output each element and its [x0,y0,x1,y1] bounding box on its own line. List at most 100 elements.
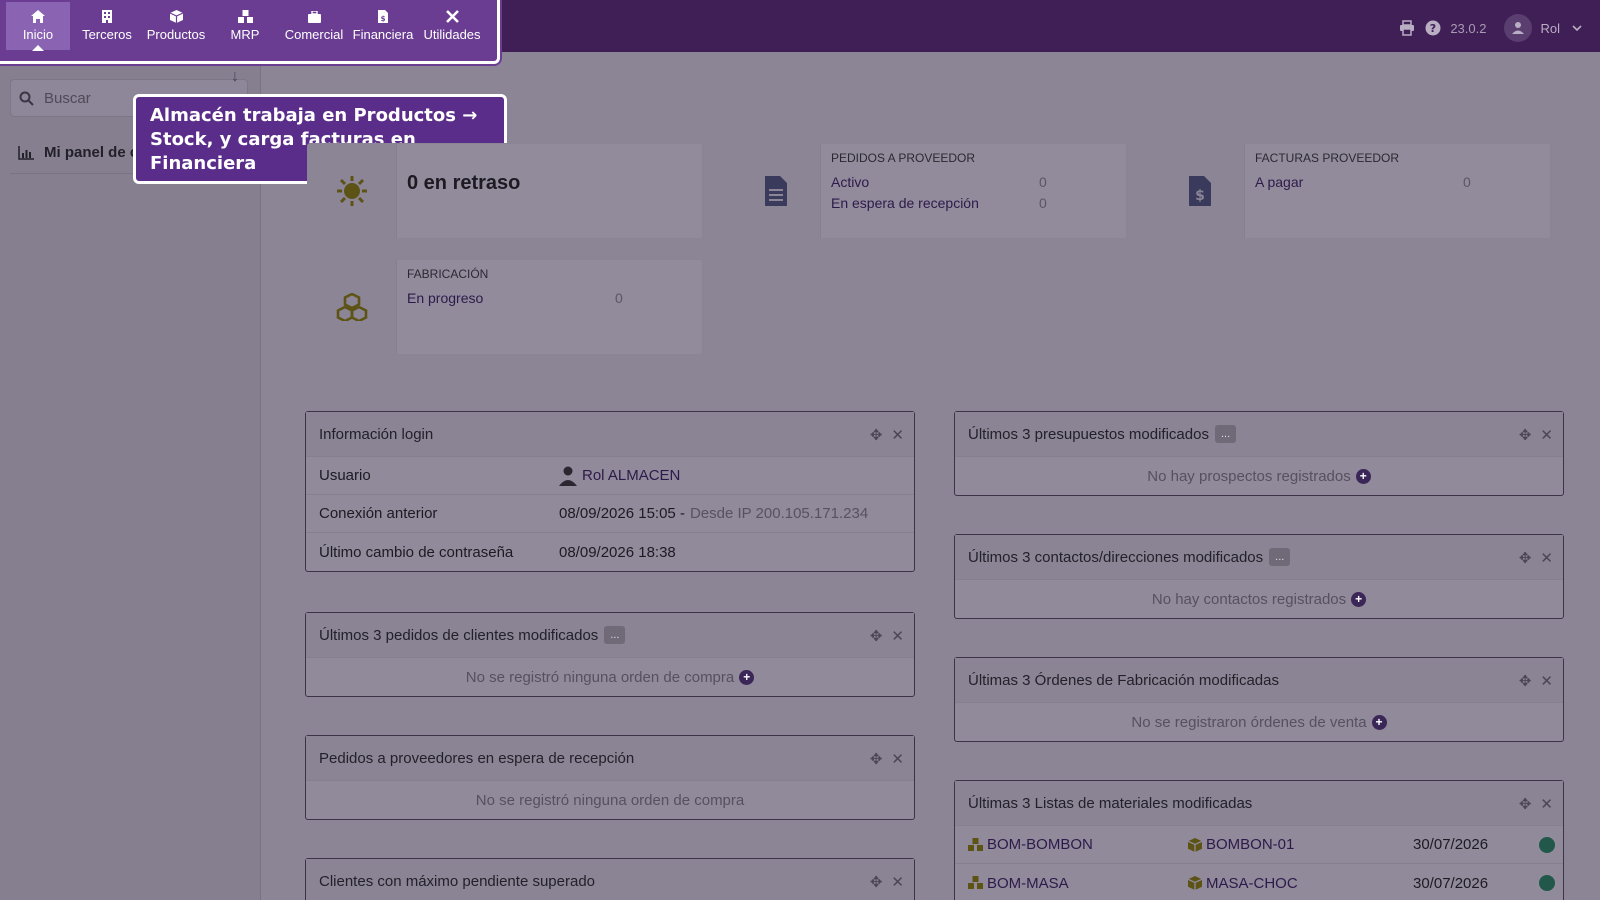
menu-item-utilidades[interactable]: Utilidades [420,2,484,50]
close-icon[interactable]: ✕ [891,750,904,768]
menu-item-inicio[interactable]: Inicio [6,2,70,51]
widget-header: Últimas 3 Listas de materiales modificad… [955,781,1563,826]
empty-text: No se registraron órdenes de venta [1131,713,1367,731]
move-icon[interactable]: ✥ [1519,795,1532,813]
move-icon[interactable]: ✥ [870,627,883,645]
menu-item-label: MRP [230,27,260,42]
sidebar-item-label: Mi panel de c [44,144,139,161]
stat-row[interactable]: A pagar 0 [1255,171,1540,192]
move-icon[interactable]: ✥ [870,873,883,891]
stat-body: FABRICACIÓN En progreso 0 [397,260,702,354]
table-row: BOM-MASA MASA-CHOC 30/07/2026 [955,864,1563,900]
widget-title: Información login [319,425,434,443]
close-icon[interactable]: ✕ [1540,426,1553,444]
chevron-down-icon[interactable] [1568,19,1586,37]
stat-body: 0 en retraso [397,144,702,238]
bom-ref-link[interactable]: BOM-BOMBON [987,836,1093,853]
add-circle-icon[interactable]: + [739,669,755,685]
svg-text:?: ? [1430,22,1436,35]
stat-box-supplier-orders[interactable]: PEDIDOS A PROVEEDOR Activo 0 En espera de… [731,143,1127,239]
empty-text: No hay prospectos registrados [1147,467,1351,485]
close-icon[interactable]: ✕ [891,627,904,645]
move-icon[interactable]: ✥ [1519,672,1532,690]
menu-item-label: Productos [146,27,206,42]
help-icon[interactable]: ? [1424,19,1442,37]
invoice-icon: $ [378,10,388,23]
bom-product-link[interactable]: MASA-CHOC [1206,875,1298,892]
more-button[interactable]: ... [1269,548,1291,566]
move-icon[interactable]: ✥ [870,426,883,444]
bom-ref-link[interactable]: BOM-MASA [987,875,1069,892]
table-row: Conexión anterior 08/09/2026 15:05 - Des… [306,495,914,533]
stat-row[interactable]: En espera de recepción 0 [831,192,1116,213]
widget-controls: ✥ ✕ [1519,795,1553,813]
widget-header: Últimos 3 pedidos de clientes modificado… [306,613,914,658]
add-circle-icon[interactable]: + [1355,468,1371,484]
widget-empty-message: No se registraron órdenes de venta + [955,703,1563,741]
widget-controls: ✥ ✕ [1519,549,1553,567]
stat-icon-cell [732,144,821,238]
user-link[interactable]: Rol ALMACEN [582,467,680,484]
menu-item-mrp[interactable]: MRP [213,2,277,50]
close-icon[interactable]: ✕ [1540,549,1553,567]
widget-header: Últimos 3 contactos/direcciones modifica… [955,535,1563,580]
stat-row-label: En progreso [407,289,484,306]
table-row: Usuario Rol ALMACEN [306,457,914,495]
stat-title: PEDIDOS A PROVEEDOR [831,151,976,165]
move-icon[interactable]: ✥ [1519,549,1532,567]
sun-icon [337,176,367,206]
more-button[interactable]: ... [1214,425,1237,443]
user-avatar[interactable] [1504,14,1533,42]
menu-item-label: Utilidades [423,27,481,42]
stat-title: FABRICACIÓN [407,267,489,281]
menu-item-productos[interactable]: Productos [144,2,208,50]
widget-boms: Últimas 3 Listas de materiales modificad… [954,780,1564,900]
version-label: 23.0.2 [1450,20,1487,36]
user-menu-label[interactable]: Rol [1540,21,1560,36]
user-icon [559,466,577,486]
stat-box-supplier-invoices[interactable]: $ FACTURAS PROVEEDOR A pagar 0 [1155,143,1551,239]
login-prev-conn-ip: Desde IP 200.105.171.234 [689,505,869,522]
menu-item-financiera[interactable]: $ Financiera [351,2,415,50]
widget-title: Últimos 3 contactos/direcciones modifica… [968,548,1264,566]
close-icon[interactable]: ✕ [1540,672,1553,690]
stat-box-manufacturing[interactable]: FABRICACIÓN En progreso 0 [307,259,703,355]
stat-box-delayed[interactable]: 0 en retraso [307,143,703,239]
table-row: BOM-BOMBON BOMBON-01 30/07/2026 [955,826,1563,864]
widget-controls: ✥ ✕ [870,750,904,768]
close-icon[interactable]: ✕ [1540,795,1553,813]
add-circle-icon[interactable]: + [1351,591,1367,607]
bom-product-link[interactable]: BOMBON-01 [1206,836,1294,853]
document-icon [765,176,787,206]
menu-item-comercial[interactable]: Comercial [282,2,346,50]
menu-item-label: Inicio [22,27,54,42]
invoice-dollar-icon: $ [1189,176,1211,206]
svg-text:$: $ [381,15,386,23]
stat-row[interactable]: Activo 0 [831,171,1116,192]
move-icon[interactable]: ✥ [1519,426,1532,444]
widget-empty-message: No hay prospectos registrados + [955,457,1563,495]
print-icon[interactable] [1398,19,1416,37]
bom-date: 30/07/2026 [1413,836,1489,853]
topbar-right-tools: ? 23.0.2 Rol [1398,14,1586,42]
status-enabled-icon [1539,836,1555,853]
widget-controls: ✥ ✕ [870,873,904,891]
close-icon[interactable]: ✕ [891,873,904,891]
menu-item-terceros[interactable]: Terceros [75,2,139,50]
widget-contacts: Últimos 3 contactos/direcciones modifica… [954,534,1564,619]
stat-title: FACTURAS PROVEEDOR [1255,151,1400,165]
stat-row-label: En espera de recepción [831,194,979,211]
stat-row[interactable]: En progreso 0 [407,287,692,308]
widget-supplier-pending: Pedidos a proveedores en espera de recep… [305,735,915,820]
stat-row-label: Activo [831,173,870,190]
stat-row-value: 0 [1463,173,1471,190]
empty-text: No hay contactos registrados [1151,590,1347,608]
stat-icon-cell [308,260,397,354]
empty-text: No se registró ninguna orden de compra [475,791,745,809]
widget-title: Últimos 3 presupuestos modificados [968,425,1209,443]
add-circle-icon[interactable]: + [1371,714,1387,730]
more-button[interactable]: ... [604,626,626,644]
widget-controls: ✥ ✕ [870,426,904,444]
move-icon[interactable]: ✥ [870,750,883,768]
close-icon[interactable]: ✕ [891,426,904,444]
